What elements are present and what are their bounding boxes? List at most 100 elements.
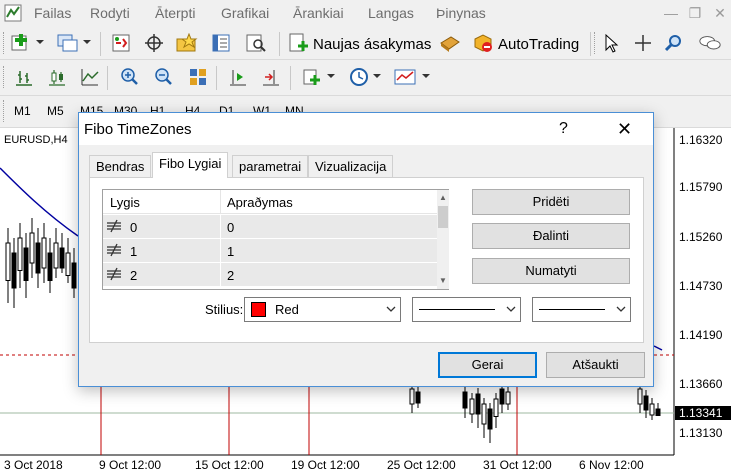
tile-windows-button[interactable]: [186, 66, 210, 88]
table-row[interactable]: 0 0: [103, 215, 437, 239]
candle-body: [637, 388, 643, 405]
line-chart-button[interactable]: [78, 66, 102, 88]
candle-body: [29, 232, 35, 264]
toolbar-grip[interactable]: [3, 32, 6, 54]
chevron-down-icon[interactable]: [327, 74, 335, 78]
menu-file[interactable]: Failas: [34, 5, 71, 21]
chevron-down-icon[interactable]: [422, 74, 430, 78]
color-select[interactable]: Red: [244, 297, 401, 322]
tab-visualization[interactable]: Vizualizacija: [308, 155, 394, 177]
zoom-search-button[interactable]: [661, 32, 685, 54]
menu-tools[interactable]: Ārankiai: [293, 5, 344, 21]
header-description[interactable]: Apraðymas: [227, 195, 293, 210]
new-order-icon-button[interactable]: [287, 32, 311, 54]
level-cell[interactable]: 2: [103, 263, 220, 286]
toolbar-grip[interactable]: [3, 100, 6, 122]
scroll-down-arrow-icon[interactable]: ▼: [437, 274, 449, 288]
auto-scroll-button[interactable]: [226, 66, 250, 88]
ok-button[interactable]: Gerai: [438, 352, 537, 378]
line-chart-icon: [81, 69, 99, 86]
price-tick: 1.14190: [679, 328, 723, 342]
bar-chart-button[interactable]: [12, 66, 36, 88]
dialog-close-button[interactable]: ✕: [617, 119, 632, 140]
level-cell[interactable]: 0: [103, 215, 220, 238]
profiles-button[interactable]: [56, 32, 80, 54]
indicators-button[interactable]: [301, 66, 325, 88]
delete-level-button[interactable]: Ðalinti: [472, 223, 630, 249]
chevron-down-icon[interactable]: [36, 40, 44, 44]
menu-insert[interactable]: Āterpti: [155, 5, 195, 21]
tab-fibo-levels[interactable]: Fibo Lygiai: [152, 152, 229, 178]
table-row[interactable]: 1 1: [103, 239, 437, 263]
toolbar-grip[interactable]: [594, 32, 597, 54]
timeframe-m5[interactable]: M5: [47, 104, 64, 118]
menu-help[interactable]: Þinynas: [436, 5, 486, 21]
templates-button[interactable]: [393, 66, 417, 88]
tester-icon: [246, 34, 266, 52]
cursor-button[interactable]: [598, 32, 622, 54]
description-cell[interactable]: 0: [221, 215, 437, 238]
levels-grid[interactable]: Lygis Apraðymas 0 0 1 1 2 2 ▲ ▼: [102, 189, 449, 290]
header-level[interactable]: Lygis: [110, 195, 140, 210]
zoom-in-button[interactable]: [117, 66, 141, 88]
line-style-select[interactable]: [412, 297, 521, 322]
chevron-down-icon: [386, 306, 396, 312]
header-divider[interactable]: [220, 190, 221, 214]
market-watch-button[interactable]: [109, 32, 133, 54]
scroll-up-arrow-icon[interactable]: ▲: [437, 191, 449, 205]
autotrading-icon-button[interactable]: [471, 32, 495, 54]
menu-view[interactable]: Rodyti: [90, 5, 130, 21]
menu-window[interactable]: Langas: [368, 5, 414, 21]
dialog-title-bar[interactable]: Fibo TimeZones ? ✕: [79, 113, 653, 145]
level-cell[interactable]: 1: [103, 239, 220, 262]
chart-symbol-label: EURUSD,H4: [4, 134, 68, 146]
description-cell[interactable]: 2: [221, 263, 437, 286]
tab-general[interactable]: Bendras: [89, 155, 152, 177]
toolbar-separator: [279, 32, 280, 56]
date-tick: 3 Oct 2018: [4, 458, 63, 472]
grid-scrollbar[interactable]: ▲ ▼: [437, 190, 449, 289]
tab-parameters[interactable]: parametrai: [232, 155, 309, 177]
minimize-button[interactable]: —: [662, 4, 680, 22]
cursor-arrow-icon: [605, 33, 619, 53]
line-width-select[interactable]: [532, 297, 631, 322]
candle-body: [487, 408, 493, 430]
add-level-button[interactable]: Pridëti: [472, 189, 630, 215]
help-button[interactable]: ?: [559, 120, 568, 138]
description-cell[interactable]: 1: [221, 239, 437, 262]
candle-body: [65, 252, 71, 276]
metaeditor-button[interactable]: [438, 32, 462, 54]
new-order-button[interactable]: Naujas ásakymas: [313, 36, 431, 53]
candle-body: [53, 242, 59, 269]
toolbar-grip[interactable]: [3, 66, 6, 88]
chevron-down-icon[interactable]: [373, 74, 381, 78]
favorites-button[interactable]: [175, 32, 199, 54]
restore-button[interactable]: ❐: [686, 4, 704, 22]
price-tick: 1.16320: [679, 133, 723, 147]
zoom-out-button[interactable]: [151, 66, 175, 88]
chat-button[interactable]: [698, 32, 722, 54]
crosshair-target-button[interactable]: [142, 32, 166, 54]
navigator-button[interactable]: [209, 32, 233, 54]
defaults-button[interactable]: Numatyti: [472, 258, 630, 284]
scroll-thumb[interactable]: [438, 206, 448, 228]
strategy-tester-button[interactable]: [244, 32, 268, 54]
navigator-icon: [212, 34, 230, 52]
new-chart-button[interactable]: [10, 32, 34, 54]
grid-header: Lygis Apraðymas: [103, 190, 437, 214]
crosshair-button[interactable]: [631, 32, 655, 54]
menu-charts[interactable]: Grafikai: [221, 5, 269, 21]
periods-button[interactable]: [347, 66, 371, 88]
candlestick-button[interactable]: [45, 66, 69, 88]
candle-body: [462, 391, 468, 409]
candle-body: [409, 388, 415, 405]
close-window-button[interactable]: ✕: [711, 4, 729, 22]
autotrading-button[interactable]: AutoTrading: [498, 36, 579, 53]
chart-shift-button[interactable]: [259, 66, 283, 88]
timeframe-m1[interactable]: M1: [14, 104, 31, 118]
candle-body: [643, 395, 649, 411]
table-row[interactable]: 2 2: [103, 263, 437, 287]
date-tick: 6 Nov 12:00: [579, 458, 644, 472]
cancel-button[interactable]: Atšaukti: [546, 352, 645, 378]
chevron-down-icon[interactable]: [83, 40, 91, 44]
